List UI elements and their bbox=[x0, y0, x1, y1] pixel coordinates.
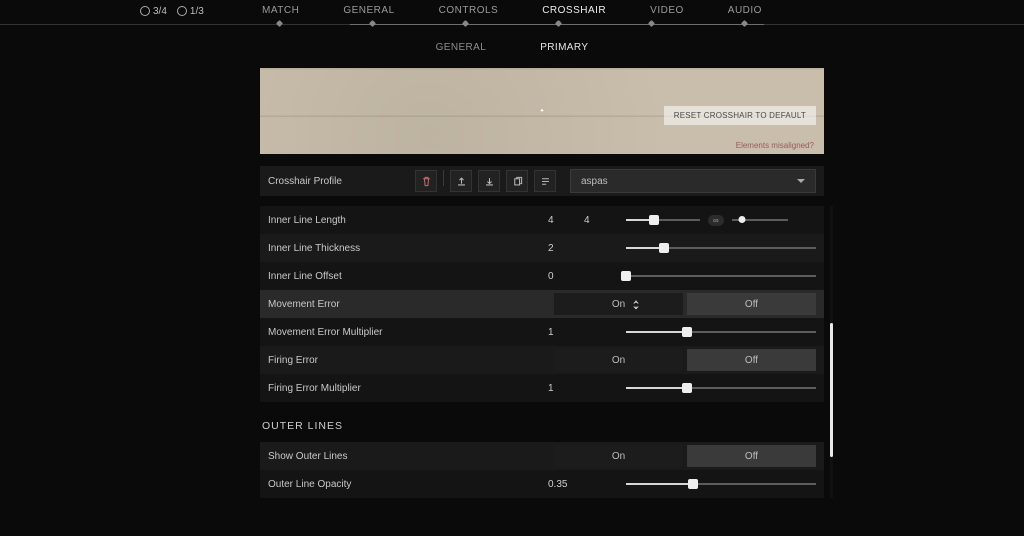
nav-dots bbox=[0, 21, 1024, 26]
inner-length-b-slider[interactable] bbox=[732, 219, 788, 221]
outer-opacity-value: 0.35 bbox=[548, 479, 584, 490]
nav-audio[interactable]: AUDIO bbox=[728, 5, 762, 20]
settings-panel: ✦ RESET CROSSHAIR TO DEFAULT Elements mi… bbox=[260, 68, 824, 536]
import-profile-button[interactable] bbox=[478, 170, 500, 192]
inner-length-b-value: 4 bbox=[584, 215, 620, 226]
scrollbar[interactable] bbox=[830, 206, 833, 498]
subnav-general[interactable]: GENERAL bbox=[436, 42, 487, 53]
inner-thickness-value: 2 bbox=[548, 243, 584, 254]
section-outer-lines: OUTER LINES bbox=[260, 402, 824, 442]
movement-error-on[interactable]: On bbox=[554, 293, 683, 315]
sub-nav: GENERAL PRIMARY bbox=[0, 42, 1024, 53]
reset-crosshair-button[interactable]: RESET CROSSHAIR TO DEFAULT bbox=[664, 106, 816, 125]
show-outer-toggle[interactable]: On Off bbox=[554, 445, 816, 467]
movement-mult-value: 1 bbox=[548, 327, 584, 338]
firing-error-on[interactable]: On bbox=[554, 349, 683, 371]
firing-error-off[interactable]: Off bbox=[687, 349, 816, 371]
inner-offset-value: 0 bbox=[548, 271, 584, 282]
nav-general[interactable]: GENERAL bbox=[343, 5, 394, 20]
misaligned-link[interactable]: Elements misaligned? bbox=[736, 141, 814, 150]
row-show-outer-lines: Show Outer Lines On Off bbox=[260, 442, 824, 470]
inner-length-a-slider[interactable] bbox=[626, 219, 700, 221]
profile-selected: aspas bbox=[581, 176, 608, 187]
movement-error-off[interactable]: Off bbox=[687, 293, 816, 315]
nav-crosshair[interactable]: CROSSHAIR bbox=[542, 5, 606, 20]
nav-match[interactable]: MATCH bbox=[262, 5, 299, 20]
inner-offset-slider[interactable] bbox=[626, 275, 816, 277]
row-inner-line-thickness: Inner Line Thickness 2 bbox=[260, 234, 824, 262]
show-outer-on[interactable]: On bbox=[554, 445, 683, 467]
icon-divider bbox=[443, 170, 444, 186]
movement-error-toggle[interactable]: On Off bbox=[554, 293, 816, 315]
movement-mult-slider[interactable] bbox=[626, 331, 816, 333]
firing-mult-slider[interactable] bbox=[626, 387, 816, 389]
inner-thickness-slider[interactable] bbox=[626, 247, 816, 249]
link-icon[interactable]: ∞ bbox=[708, 215, 724, 226]
settings-list: Inner Line Length 4 4 ∞ Inner Line Thick… bbox=[260, 206, 824, 498]
row-movement-error-mult: Movement Error Multiplier 1 bbox=[260, 318, 824, 346]
crosshair-list-button[interactable] bbox=[534, 170, 556, 192]
top-nav: MATCH GENERAL CONTROLS CROSSHAIR VIDEO A… bbox=[0, 5, 1024, 20]
inner-length-a-value: 4 bbox=[548, 215, 584, 226]
crosshair-icon: ✦ bbox=[539, 108, 544, 115]
nav-controls[interactable]: CONTROLS bbox=[439, 5, 499, 20]
chevron-down-icon bbox=[797, 179, 805, 187]
row-firing-error: Firing Error On Off bbox=[260, 346, 824, 374]
crosshair-preview: ✦ RESET CROSSHAIR TO DEFAULT Elements mi… bbox=[260, 68, 824, 154]
row-inner-line-offset: Inner Line Offset 0 bbox=[260, 262, 824, 290]
firing-mult-value: 1 bbox=[548, 383, 584, 394]
row-movement-error: Movement Error On Off bbox=[260, 290, 824, 318]
row-firing-error-mult: Firing Error Multiplier 1 bbox=[260, 374, 824, 402]
firing-error-toggle[interactable]: On Off bbox=[554, 349, 816, 371]
profile-row: Crosshair Profile aspas bbox=[260, 166, 824, 196]
delete-profile-button[interactable] bbox=[415, 170, 437, 192]
row-outer-opacity: Outer Line Opacity 0.35 bbox=[260, 470, 824, 498]
profile-label: Crosshair Profile bbox=[268, 176, 342, 187]
export-profile-button[interactable] bbox=[450, 170, 472, 192]
nav-video[interactable]: VIDEO bbox=[650, 5, 684, 20]
show-outer-off[interactable]: Off bbox=[687, 445, 816, 467]
profile-dropdown[interactable]: aspas bbox=[570, 169, 816, 193]
subnav-primary[interactable]: PRIMARY bbox=[540, 42, 588, 53]
copy-profile-button[interactable] bbox=[506, 170, 528, 192]
row-inner-line-length: Inner Line Length 4 4 ∞ bbox=[260, 206, 824, 234]
outer-opacity-slider[interactable] bbox=[626, 483, 816, 485]
